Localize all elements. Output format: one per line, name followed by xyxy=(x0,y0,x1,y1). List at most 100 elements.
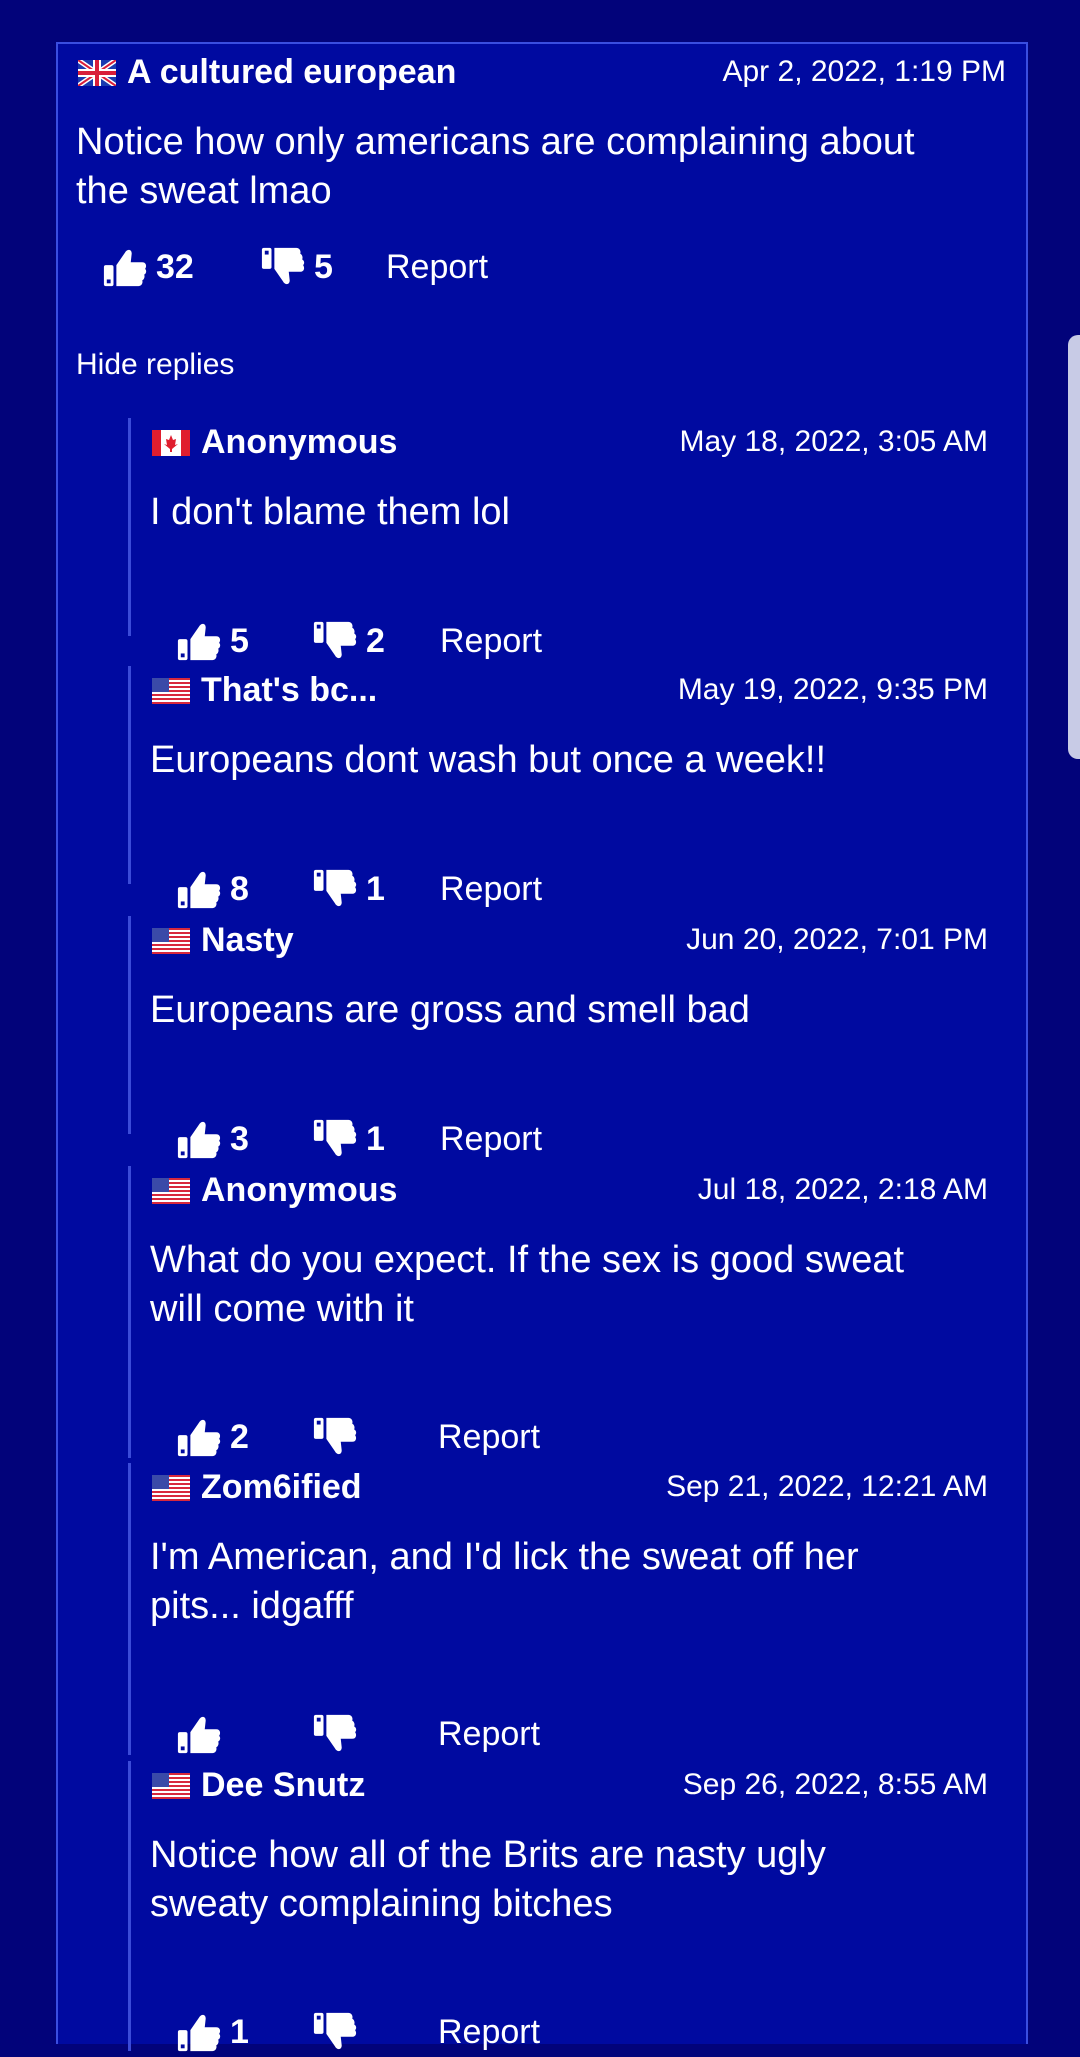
comment-time: Sep 21, 2022, 12:21 AM xyxy=(666,1470,988,1503)
comment-header: Anonymous May 18, 2022, 3:05 AM xyxy=(150,420,988,464)
comment-text: Europeans are gross and smell bad xyxy=(150,989,750,1031)
comment-text: I'm American, and I'd lick the sweat off… xyxy=(150,1536,859,1627)
thumbs-down-icon xyxy=(312,1414,358,1460)
uk-flag-icon xyxy=(78,60,116,86)
reply-thread-line xyxy=(128,916,131,1134)
report-link[interactable]: Report xyxy=(440,1114,542,1164)
reply-comment: Anonymous May 18, 2022, 3:05 AM I don't bl… xyxy=(150,420,988,533)
comment-author: Anonymous xyxy=(201,423,398,461)
thumbs-up-icon xyxy=(176,866,222,912)
like-button[interactable]: 5 xyxy=(176,616,249,666)
like-count: 5 xyxy=(230,621,249,660)
dislike-button[interactable]: 2 xyxy=(312,616,385,666)
comment-author: That's bc... xyxy=(201,671,378,709)
scrollbar[interactable] xyxy=(1068,335,1080,759)
thumbs-down-icon xyxy=(312,1116,358,1162)
dislike-button[interactable] xyxy=(312,1412,366,1462)
comment-actions: 2 Report xyxy=(176,1412,576,1462)
us-flag-icon xyxy=(152,1178,190,1204)
comment-author: Zom6ified xyxy=(201,1468,362,1506)
like-button[interactable] xyxy=(176,1709,230,1759)
dislike-button[interactable]: 1 xyxy=(312,864,385,914)
reply-comment: Nasty Jun 20, 2022, 7:01 PM Europeans are … xyxy=(150,918,988,1031)
comment-actions: 1 Report xyxy=(176,2007,576,2057)
reply-thread-line xyxy=(128,1463,131,1755)
thumbs-down-icon xyxy=(260,244,306,290)
dislike-button[interactable]: 5 xyxy=(260,242,333,292)
comment-author: A cultured european xyxy=(127,53,457,91)
report-link[interactable]: Report xyxy=(386,242,488,292)
hide-replies-link[interactable]: Hide replies xyxy=(76,345,234,385)
canada-flag-icon xyxy=(152,430,190,456)
comment-header: Anonymous Jul 18, 2022, 2:18 AM xyxy=(150,1168,988,1212)
comment-author: Anonymous xyxy=(201,1171,398,1209)
comment-time: May 19, 2022, 9:35 PM xyxy=(677,673,988,706)
comment-top: A cultured european Apr 2, 2022, 1:19 PM… xyxy=(76,50,1006,212)
comment-actions: 3 1 Report xyxy=(176,1114,576,1164)
reply-comment: Zom6ified Sep 21, 2022, 12:21 AM I'm Ameri… xyxy=(150,1465,988,1627)
comment-time: Sep 26, 2022, 8:55 AM xyxy=(682,1768,988,1801)
report-link[interactable]: Report xyxy=(440,616,542,666)
thumbs-down-icon xyxy=(312,1711,358,1757)
like-count: 2 xyxy=(230,1417,249,1456)
like-button[interactable]: 1 xyxy=(176,2007,249,2057)
thumbs-up-icon xyxy=(176,1116,222,1162)
comment-author: Nasty xyxy=(201,921,294,959)
report-link[interactable]: Report xyxy=(438,1709,540,1759)
comment-actions: 5 2 Report xyxy=(176,616,576,666)
like-count: 8 xyxy=(230,869,249,908)
like-button[interactable]: 8 xyxy=(176,864,249,914)
us-flag-icon xyxy=(152,928,190,954)
report-link[interactable]: Report xyxy=(438,2007,540,2057)
like-button[interactable]: 32 xyxy=(102,242,194,292)
reply-comment: Dee Snutz Sep 26, 2022, 8:55 AM Notice how… xyxy=(150,1763,988,1925)
comment-time: Apr 2, 2022, 1:19 PM xyxy=(722,55,1006,88)
comment-header: That's bc... May 19, 2022, 9:35 PM xyxy=(150,668,988,712)
comment-header: Zom6ified Sep 21, 2022, 12:21 AM xyxy=(150,1465,988,1509)
us-flag-icon xyxy=(152,1773,190,1799)
comment-header: Nasty Jun 20, 2022, 7:01 PM xyxy=(150,918,988,962)
report-link[interactable]: Report xyxy=(440,864,542,914)
comment-actions: 8 1 Report xyxy=(176,864,576,914)
reply-thread-line xyxy=(128,666,131,884)
thumbs-up-icon xyxy=(176,1414,222,1460)
reply-thread-line xyxy=(128,418,131,636)
like-count: 1 xyxy=(230,2012,249,2051)
comment-header: A cultured european Apr 2, 2022, 1:19 PM xyxy=(76,50,1006,94)
thumbs-down-icon xyxy=(312,618,358,664)
like-count: 32 xyxy=(156,247,194,286)
comment-text: I don't blame them lol xyxy=(150,491,510,533)
comment-time: Jun 20, 2022, 7:01 PM xyxy=(686,923,988,956)
thumbs-up-icon xyxy=(176,1711,222,1757)
comment-text: What do you expect. If the sex is good s… xyxy=(150,1239,905,1330)
comment-text: Europeans dont wash but once a week!! xyxy=(150,739,827,781)
us-flag-icon xyxy=(152,1475,190,1501)
dislike-button[interactable]: 1 xyxy=(312,1114,385,1164)
reply-thread-line xyxy=(128,1761,131,2051)
dislike-count: 5 xyxy=(314,247,333,286)
comment-text: Notice how only americans are complainin… xyxy=(76,121,915,212)
dislike-count: 1 xyxy=(366,1119,385,1158)
like-count: 3 xyxy=(230,1119,249,1158)
report-link[interactable]: Report xyxy=(438,1412,540,1462)
dislike-button[interactable] xyxy=(312,2007,366,2057)
comment-text: Notice how all of the Brits are nasty ug… xyxy=(150,1834,826,1925)
dislike-count: 1 xyxy=(366,869,385,908)
reply-thread-line xyxy=(128,1166,131,1458)
like-button[interactable]: 3 xyxy=(176,1114,249,1164)
reply-comment: Anonymous Jul 18, 2022, 2:18 AM What do yo… xyxy=(150,1168,988,1330)
thumbs-down-icon xyxy=(312,2009,358,2055)
comment-time: Jul 18, 2022, 2:18 AM xyxy=(697,1173,988,1206)
thumbs-up-icon xyxy=(102,244,148,290)
dislike-button[interactable] xyxy=(312,1709,366,1759)
us-flag-icon xyxy=(152,678,190,704)
thumbs-up-icon xyxy=(176,618,222,664)
reply-comment: That's bc... May 19, 2022, 9:35 PM Europea… xyxy=(150,668,988,781)
comment-time: May 18, 2022, 3:05 AM xyxy=(679,425,988,458)
comment-actions: 32 5 Report xyxy=(102,242,502,292)
like-button[interactable]: 2 xyxy=(176,1412,249,1462)
dislike-count: 2 xyxy=(366,621,385,660)
thumbs-down-icon xyxy=(312,866,358,912)
comment-header: Dee Snutz Sep 26, 2022, 8:55 AM xyxy=(150,1763,988,1807)
comment-actions: Report xyxy=(176,1709,576,1759)
